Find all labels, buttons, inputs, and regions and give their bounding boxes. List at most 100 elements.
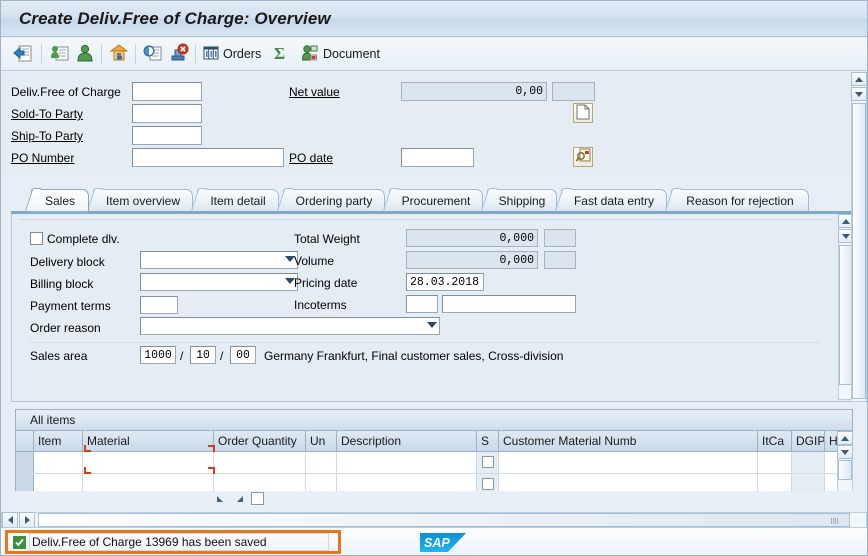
window-scroll-up-button[interactable] — [851, 72, 867, 86]
window-scroll-down-button[interactable] — [851, 87, 867, 101]
search-document-icon — [575, 148, 591, 166]
hscroll-right-button[interactable] — [19, 512, 35, 528]
row-checkbox[interactable] — [482, 478, 494, 490]
col-dgip[interactable]: DGIP — [792, 431, 825, 451]
items-scroll-up-button[interactable] — [837, 431, 853, 445]
total-weight-unit-field — [544, 229, 576, 247]
incoterms-description-input[interactable] — [442, 295, 576, 313]
po-number-label[interactable]: PO Number — [11, 150, 74, 166]
col-material[interactable]: Material — [83, 431, 214, 451]
row-selector[interactable] — [16, 452, 34, 473]
items-scroll-down-button[interactable] — [837, 445, 853, 459]
delivery-block-label: Delivery block — [30, 255, 105, 269]
incoterms-input[interactable] — [406, 295, 438, 313]
complete-dlv-checkbox[interactable] — [30, 232, 43, 245]
cell-dgip[interactable] — [792, 452, 825, 473]
tab-ordering-party[interactable]: Ordering party — [283, 189, 385, 211]
total-weight-label: Total Weight — [294, 232, 360, 246]
tab-ordering-party-label: Ordering party — [295, 193, 373, 208]
payment-terms-input[interactable] — [140, 296, 178, 314]
cell-un[interactable] — [306, 452, 337, 473]
tab-item-overview[interactable]: Item overview — [93, 189, 193, 211]
back-icon — [13, 43, 33, 66]
cell-itca[interactable] — [758, 452, 792, 473]
tab-reason-for-rejection[interactable]: Reason for rejection — [671, 189, 809, 211]
material-required-marker-top — [84, 445, 91, 452]
sales-area-sep-1: / — [180, 349, 184, 363]
total-weight-field — [406, 229, 538, 247]
triangle-up-icon — [841, 435, 849, 441]
document-button[interactable]: Document — [301, 42, 380, 66]
tab-procurement[interactable]: Procurement — [389, 189, 483, 211]
window-scroll-thumb[interactable] — [852, 103, 866, 399]
tab-procurement-label: Procurement — [401, 193, 471, 208]
volume-unit-field — [544, 251, 576, 269]
cell-material[interactable] — [83, 452, 214, 473]
sold-to-party-input[interactable] — [132, 104, 202, 123]
sum-button[interactable]: Σ — [273, 42, 291, 66]
items-nav-prev-button[interactable] — [215, 493, 227, 505]
col-s[interactable]: S — [477, 431, 499, 451]
col-description[interactable]: Description — [337, 431, 477, 451]
hscroll-thumb[interactable] — [38, 513, 850, 527]
items-footer-bar — [15, 491, 853, 507]
window-vertical-scrollbar-top[interactable] — [851, 72, 867, 402]
triangle-up-icon — [842, 218, 850, 224]
document-page-button[interactable] — [573, 103, 593, 123]
tab-sales[interactable]: Sales — [31, 189, 89, 211]
tab-sales-label: Sales — [44, 193, 76, 208]
copy-button[interactable] — [143, 42, 163, 66]
col-un[interactable]: Un — [306, 431, 337, 451]
triangle-up-icon — [855, 76, 863, 82]
search-document-button[interactable] — [573, 147, 593, 167]
cell-description[interactable] — [337, 452, 477, 473]
create-with-reference-button[interactable] — [49, 42, 69, 66]
col-select-all[interactable] — [16, 431, 34, 451]
po-date-label[interactable]: PO date — [289, 150, 333, 166]
window-horizontal-scrollbar[interactable] — [1, 512, 867, 528]
sales-area-division-field[interactable] — [230, 346, 256, 364]
hscroll-left-button[interactable] — [2, 512, 18, 528]
cell-s[interactable] — [477, 452, 499, 473]
col-itca[interactable]: ItCa — [758, 431, 792, 451]
sales-area-divider — [30, 342, 820, 343]
tab-item-detail-label: Item detail — [210, 193, 266, 208]
partner-button[interactable] — [75, 42, 95, 66]
cell-order-quantity[interactable] — [214, 452, 306, 473]
items-scroll-thumb[interactable] — [838, 460, 852, 480]
cell-customer-material-numb[interactable] — [499, 452, 758, 473]
copy-icon — [143, 43, 163, 66]
po-number-input[interactable] — [132, 148, 284, 167]
toolbar-separator-4 — [195, 44, 196, 64]
back-button[interactable] — [13, 42, 33, 66]
table-row[interactable] — [16, 452, 852, 474]
ship-to-party-input[interactable] — [132, 126, 202, 145]
billing-block-select[interactable] — [140, 273, 298, 291]
hscroll-grip-icon — [831, 518, 839, 524]
col-item[interactable]: Item — [34, 431, 83, 451]
tab-shipping[interactable]: Shipping — [487, 189, 557, 211]
tab-fast-data-entry[interactable]: Fast data entry — [561, 189, 667, 211]
pricing-date-label: Pricing date — [294, 276, 358, 290]
deliv-free-of-charge-input[interactable] — [132, 82, 202, 101]
row-checkbox[interactable] — [482, 456, 494, 468]
items-footer-checkbox[interactable] — [251, 492, 264, 505]
tab-item-overview-label: Item overview — [105, 193, 181, 208]
sales-area-org-field[interactable] — [140, 346, 176, 364]
items-nav-next-button[interactable] — [233, 493, 245, 505]
reject-button[interactable] — [169, 42, 189, 66]
orders-button[interactable]: Orders — [203, 42, 261, 66]
col-order-quantity[interactable]: Order Quantity — [214, 431, 306, 451]
sales-area-channel-field[interactable] — [190, 346, 216, 364]
triangle-right-icon — [24, 516, 30, 524]
cell-item[interactable] — [34, 452, 83, 473]
pricing-date-input[interactable] — [406, 273, 484, 291]
delivery-block-select[interactable] — [140, 251, 298, 269]
sold-to-party-label[interactable]: Sold-To Party — [11, 106, 83, 122]
col-customer-material-numb[interactable]: Customer Material Numb — [499, 431, 758, 451]
orders-label: Orders — [223, 47, 262, 61]
po-date-input[interactable] — [401, 148, 474, 167]
order-reason-select[interactable] — [140, 317, 440, 335]
shipping-button[interactable] — [109, 42, 129, 66]
tab-item-detail[interactable]: Item detail — [197, 189, 279, 211]
